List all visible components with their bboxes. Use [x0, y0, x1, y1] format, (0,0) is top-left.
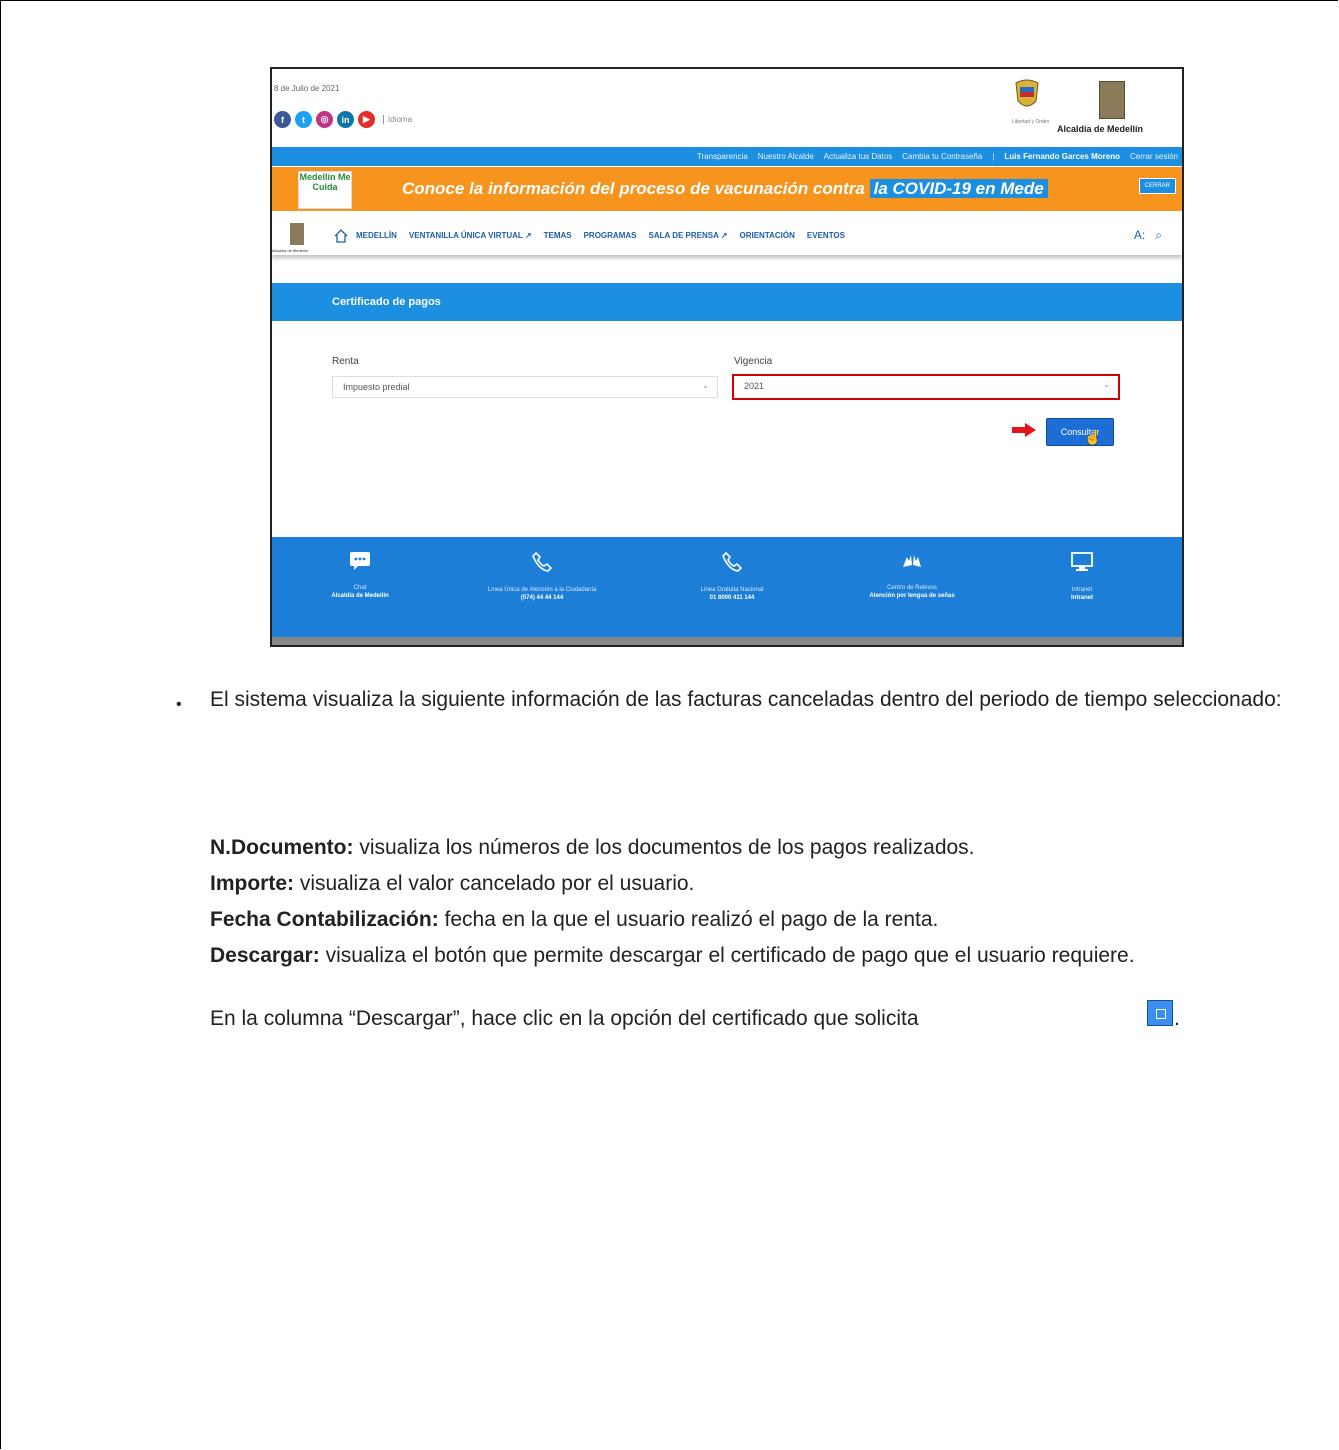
- definition-n-documento: N.Documento: visualiza los números de lo…: [210, 830, 1330, 866]
- bullet-point: •: [176, 696, 182, 713]
- definition-term: N.Documento:: [210, 836, 354, 859]
- definition-term: Importe:: [210, 872, 294, 895]
- definition-descargar: Descargar: visualiza el botón que permit…: [210, 938, 1330, 974]
- definition-text: fecha en la que el usuario realizó el pa…: [438, 908, 939, 931]
- download-button-icon: [1147, 1000, 1173, 1026]
- definition-text: visualiza el valor cancelado por el usua…: [294, 872, 695, 895]
- definition-term: Descargar:: [210, 944, 320, 967]
- instruction-period: .: [1174, 1007, 1180, 1030]
- document-body: • El sistema visualiza la siguiente info…: [0, 0, 1339, 1450]
- instruction-sentence: En la columna “Descargar”, hace clic en …: [210, 1007, 919, 1030]
- definition-text: visualiza el botón que permite descargar…: [319, 944, 1135, 967]
- bullet-paragraph: El sistema visualiza la siguiente inform…: [210, 688, 1282, 711]
- instruction-text: En la columna “Descargar”, hace clic en …: [210, 1007, 919, 1031]
- definition-fecha: Fecha Contabilización: fecha en la que e…: [210, 902, 1330, 938]
- definition-importe: Importe: visualiza el valor cancelado po…: [210, 866, 1330, 902]
- definition-text: visualiza los números de los documentos …: [353, 836, 975, 859]
- field-definitions: N.Documento: visualiza los números de lo…: [210, 830, 1330, 974]
- definition-term: Fecha Contabilización:: [210, 908, 439, 931]
